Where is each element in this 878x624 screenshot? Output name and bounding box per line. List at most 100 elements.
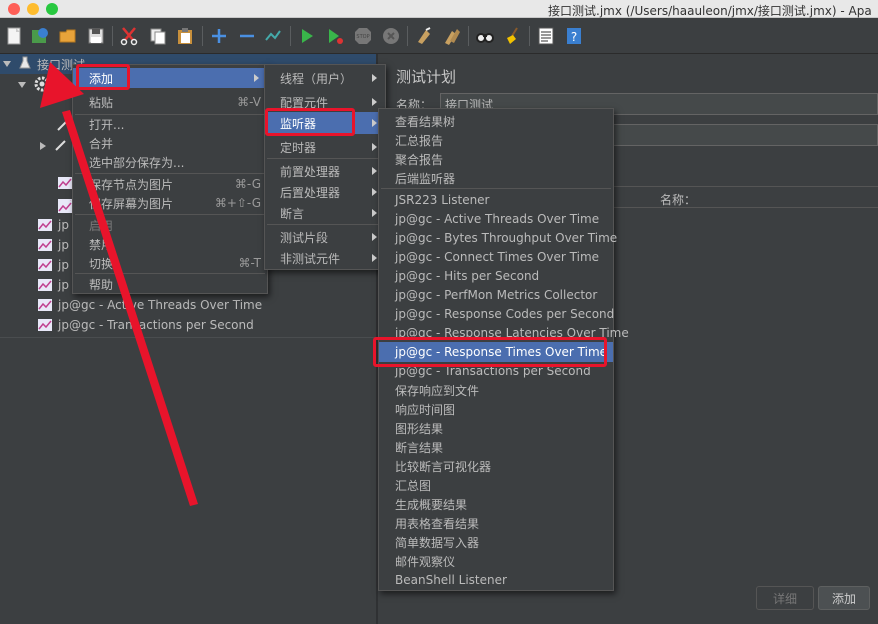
chart-icon (58, 201, 72, 213)
stop-icon[interactable]: STOP (352, 25, 374, 47)
menu-item-toggle[interactable]: 切换 ⌘-T (73, 253, 267, 273)
menu-item-pre-processor[interactable]: 前置处理器 (265, 161, 385, 181)
gear-icon (34, 76, 50, 95)
toolbar: STOP ? (0, 18, 878, 54)
templates-icon[interactable] (29, 25, 51, 47)
menu-item-save-selection[interactable]: 选中部分保存为... (73, 152, 267, 172)
menu-item-summary-report[interactable]: 汇总报告 (379, 130, 613, 150)
menu-item-jsr223-listener[interactable]: JSR223 Listener (379, 190, 613, 210)
tree-listener-node[interactable]: jp (38, 215, 69, 235)
collapse-icon[interactable] (236, 25, 258, 47)
menu-item-threads[interactable]: 线程（用户） (265, 68, 385, 88)
start-no-pause-icon[interactable] (324, 25, 346, 47)
title-bar: 接口测试.jmx (/Users/haauleon/jmx/接口测试.jmx) … (0, 0, 878, 18)
copy-icon[interactable] (147, 25, 169, 47)
tree-listener-node[interactable]: jp (38, 255, 69, 275)
open-icon[interactable] (57, 25, 79, 47)
tree-item-label: jp (58, 218, 69, 232)
thread-group-node[interactable] (18, 75, 50, 95)
window-title: 接口测试.jmx (/Users/haauleon/jmx/接口测试.jmx) … (548, 4, 872, 18)
chart-icon (38, 299, 52, 311)
tool-icon (56, 118, 70, 135)
menu-item-view-results-tree[interactable]: 查看结果树 (379, 111, 613, 131)
search-icon[interactable] (474, 25, 496, 47)
tree-listener-node[interactable]: jp@gc - Transactions per Second (38, 315, 254, 335)
tree-listener-node[interactable]: jp@gc - Active Threads Over Time (38, 295, 262, 315)
menu-item-hits-per-second[interactable]: jp@gc - Hits per Second (379, 266, 613, 286)
clear-icon[interactable] (413, 25, 435, 47)
annotation-box-response-times (373, 337, 607, 367)
tree-item-label: jp@gc - Active Threads Over Time (58, 298, 263, 312)
menu-item-open[interactable]: 打开... (73, 114, 267, 134)
tree-item-label: jp (58, 238, 69, 252)
shutdown-icon[interactable] (380, 25, 402, 47)
menu-item-response-time-graph[interactable]: 响应时间图 (379, 399, 613, 419)
tree-hidden-node[interactable] (56, 116, 70, 136)
tree-item-label: jp (58, 258, 69, 272)
menu-item-active-threads[interactable]: jp@gc - Active Threads Over Time (379, 209, 613, 229)
menu-item-bytes-throughput[interactable]: jp@gc - Bytes Throughput Over Time (379, 228, 617, 248)
broom-icon[interactable] (502, 25, 524, 47)
pencil-icon (54, 138, 68, 155)
menu-item-enable[interactable]: 启用 (73, 215, 267, 235)
start-icon[interactable] (296, 25, 318, 47)
menu-item-timer[interactable]: 定时器 (265, 137, 385, 157)
add-submenu: 线程（用户） 配置元件 监听器 定时器 前置处理器 后置处理器 断言 测试片段 … (264, 64, 386, 270)
detail-button[interactable]: 详细 (756, 586, 814, 610)
menu-item-merge[interactable]: 合并 (73, 133, 267, 153)
menu-item-connect-times[interactable]: jp@gc - Connect Times Over Time (379, 247, 613, 267)
tree-listener-node[interactable]: jp (38, 235, 69, 255)
cut-icon[interactable] (118, 25, 140, 47)
menu-item-paste[interactable]: 粘贴 ⌘-V (73, 92, 267, 112)
menu-item-save-node-image[interactable]: 保存节点为图片 ⌘-G (73, 174, 267, 194)
menu-item-post-processor[interactable]: 后置处理器 (265, 182, 385, 202)
zoom-window-button[interactable] (46, 3, 58, 15)
menu-item-view-results-table[interactable]: 用表格查看结果 (379, 513, 613, 533)
menu-item-beanshell-listener[interactable]: BeanShell Listener (379, 570, 613, 590)
menu-item-save-responses[interactable]: 保存响应到文件 (379, 380, 613, 400)
svg-text:STOP: STOP (356, 34, 369, 40)
paste-icon[interactable] (174, 25, 196, 47)
toggle-icon[interactable] (262, 25, 284, 47)
menu-item-assertion[interactable]: 断言 (265, 203, 385, 223)
menu-item-graph-results[interactable]: 图形结果 (379, 418, 613, 438)
expand-arrow-icon[interactable] (18, 82, 26, 88)
menu-item-test-fragment[interactable]: 测试片段 (265, 227, 385, 247)
menu-item-backend-listener[interactable]: 后端监听器 (379, 168, 613, 188)
menu-item-disable[interactable]: 禁用 (73, 234, 267, 254)
chart-icon (38, 219, 52, 231)
chart-icon (38, 259, 52, 271)
minimize-window-button[interactable] (27, 3, 39, 15)
panel-title: 测试计划 (396, 68, 457, 86)
chart-icon (38, 319, 52, 331)
expand-arrow-icon[interactable] (3, 61, 11, 67)
expand-icon[interactable] (208, 25, 230, 47)
close-window-button[interactable] (8, 3, 20, 15)
menu-item-save-screen-image[interactable]: 保存屏幕为图片 ⌘+⇧-G (73, 193, 267, 213)
menu-item-non-test-element[interactable]: 非测试元件 (265, 248, 385, 268)
collapse-arrow-icon[interactable] (40, 142, 46, 150)
menu-item-comparison-assertion[interactable]: 比较断言可视化器 (379, 456, 613, 476)
new-icon[interactable] (3, 25, 25, 47)
menu-item-help[interactable]: 帮助 (73, 274, 267, 294)
menu-item-simple-data-writer[interactable]: 简单数据写入器 (379, 532, 613, 552)
context-menu: 添加 粘贴 ⌘-V 打开... 合并 选中部分保存为... 保存节点为图片 ⌘-… (72, 64, 268, 294)
help-icon[interactable]: ? (563, 25, 585, 47)
tree-item-label: jp (58, 278, 69, 292)
table-header-name: 名称： (660, 193, 697, 207)
menu-item-perfmon[interactable]: jp@gc - PerfMon Metrics Collector (379, 285, 613, 305)
tree-listener-node[interactable]: jp (38, 275, 69, 295)
clear-all-icon[interactable] (441, 25, 463, 47)
menu-item-assertion-results[interactable]: 断言结果 (379, 437, 613, 457)
menu-item-response-codes[interactable]: jp@gc - Response Codes per Second (379, 304, 614, 324)
annotation-box-listener (265, 108, 355, 136)
tree-collapsed-node[interactable] (40, 136, 68, 156)
menu-item-aggregate-report[interactable]: 聚合报告 (379, 149, 613, 169)
menu-item-mailer-visualizer[interactable]: 邮件观察仪 (379, 551, 613, 571)
add-button[interactable]: 添加 (818, 586, 870, 610)
flask-icon (19, 56, 31, 73)
menu-item-aggregate-graph[interactable]: 汇总图 (379, 475, 613, 495)
save-icon[interactable] (85, 25, 107, 47)
menu-item-generate-summary[interactable]: 生成概要结果 (379, 494, 613, 514)
function-helper-icon[interactable] (535, 25, 557, 47)
